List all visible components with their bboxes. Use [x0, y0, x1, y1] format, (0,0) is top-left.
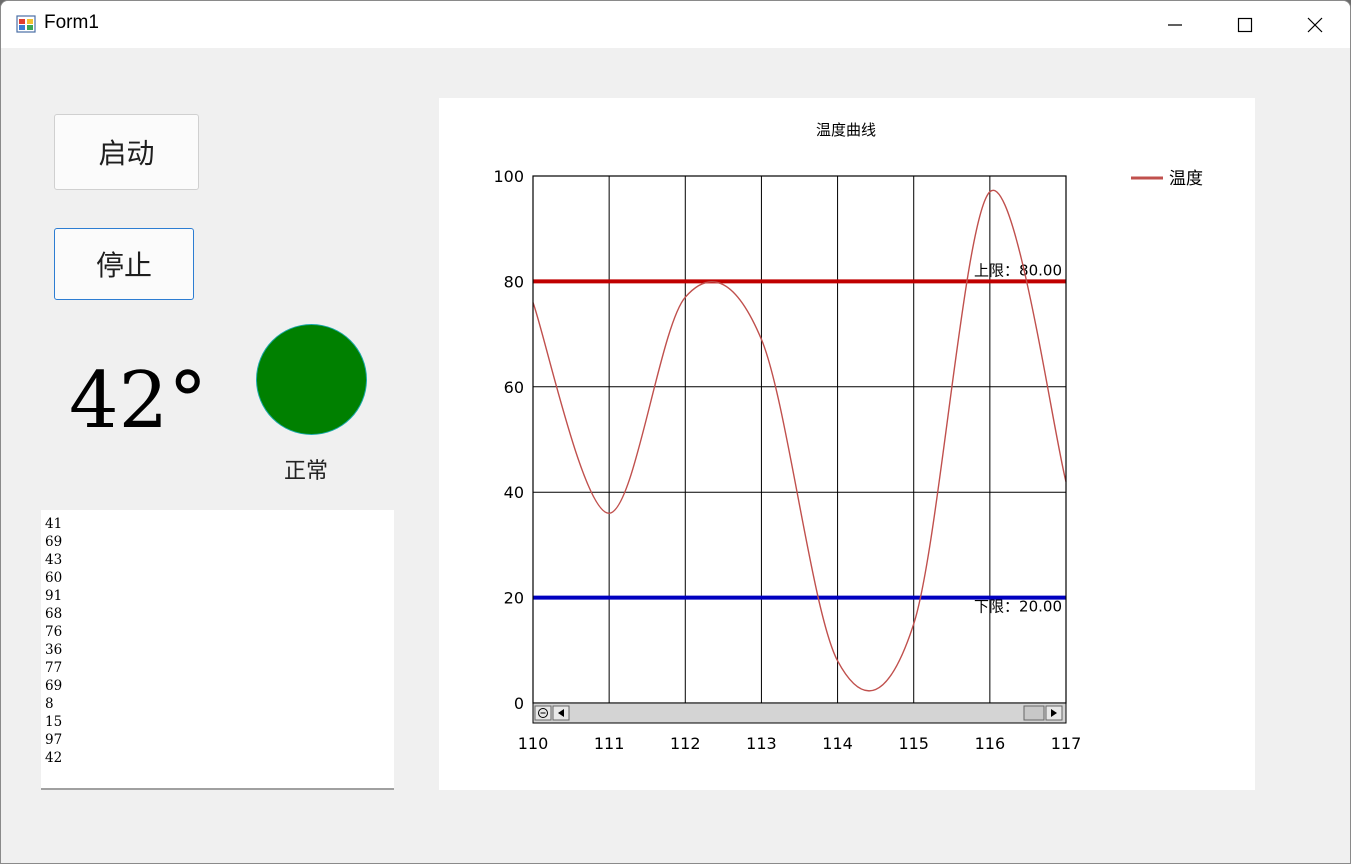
x-tick-label: 116 — [975, 734, 1006, 753]
log-item: 8 — [45, 696, 54, 712]
log-item: 60 — [45, 570, 63, 586]
y-tick-label: 80 — [504, 272, 524, 291]
close-button[interactable] — [1280, 1, 1350, 48]
upper-limit-label: 上限：80.00 — [974, 261, 1062, 279]
x-tick-label: 115 — [898, 734, 929, 753]
temperature-value: 42° — [69, 356, 208, 446]
y-tick-label: 60 — [504, 378, 524, 397]
minimize-button[interactable] — [1140, 1, 1210, 48]
start-button[interactable]: 启动 — [54, 114, 199, 190]
x-tick-label: 112 — [670, 734, 701, 753]
log-item: 69 — [45, 534, 63, 550]
status-indicator-light — [257, 325, 366, 434]
log-item: 69 — [45, 678, 63, 694]
stop-button[interactable]: 停止 — [54, 228, 194, 300]
log-item: 15 — [45, 714, 63, 730]
log-item: 41 — [45, 516, 63, 532]
chart-scrollbar — [532, 702, 1067, 724]
lower-limit-label: 下限：20.00 — [974, 598, 1062, 616]
log-item: 91 — [45, 588, 63, 604]
y-tick-label: 100 — [493, 167, 524, 186]
main-window: Form1 启动 停止 42° 正常 41 69 43 60 91 68 76 36 77 69 8… — [0, 0, 1351, 864]
title-bar[interactable]: Form1 — [1, 1, 1350, 48]
app-icon — [16, 15, 36, 33]
x-tick-label: 117 — [1051, 734, 1082, 753]
maximize-icon — [1237, 17, 1253, 32]
log-item: 42 — [45, 750, 63, 766]
y-tick-label: 40 — [504, 483, 524, 502]
y-tick-label: 20 — [504, 589, 524, 608]
x-tick-label: 111 — [594, 734, 625, 753]
log-item: 77 — [45, 660, 63, 676]
plot-frame — [532, 175, 1067, 704]
x-tick-label: 113 — [746, 734, 777, 753]
log-item: 36 — [45, 642, 63, 658]
log-item: 68 — [45, 606, 63, 622]
x-tick-label: 114 — [822, 734, 853, 753]
close-icon — [1307, 17, 1323, 32]
log-item: 43 — [45, 552, 63, 568]
x-tick-label: 110 — [518, 734, 549, 753]
chart-svg: 温度曲线 0 20 40 60 80 100 110 111 112 113 114 115 116 117… — [493, 121, 1203, 753]
log-item: 76 — [45, 624, 63, 640]
scroll-thumb — [1023, 705, 1045, 721]
maximize-button[interactable] — [1210, 1, 1280, 48]
minimize-icon — [1168, 23, 1182, 26]
status-label: 正常 — [284, 459, 329, 484]
y-tick-label: 0 — [514, 694, 524, 713]
legend-label: 温度 — [1169, 169, 1203, 189]
chart-title: 温度曲线 — [816, 121, 876, 139]
window-title: Form1 — [44, 12, 99, 33]
temperature-chart: 温度曲线 0 20 40 60 80 100 110 111 112 113 114 115 116 117… — [439, 98, 1255, 790]
log-item: 97 — [45, 732, 63, 748]
temperature-log-list[interactable]: 41 69 43 60 91 68 76 36 77 69 8 15 97 42 — [41, 510, 394, 790]
